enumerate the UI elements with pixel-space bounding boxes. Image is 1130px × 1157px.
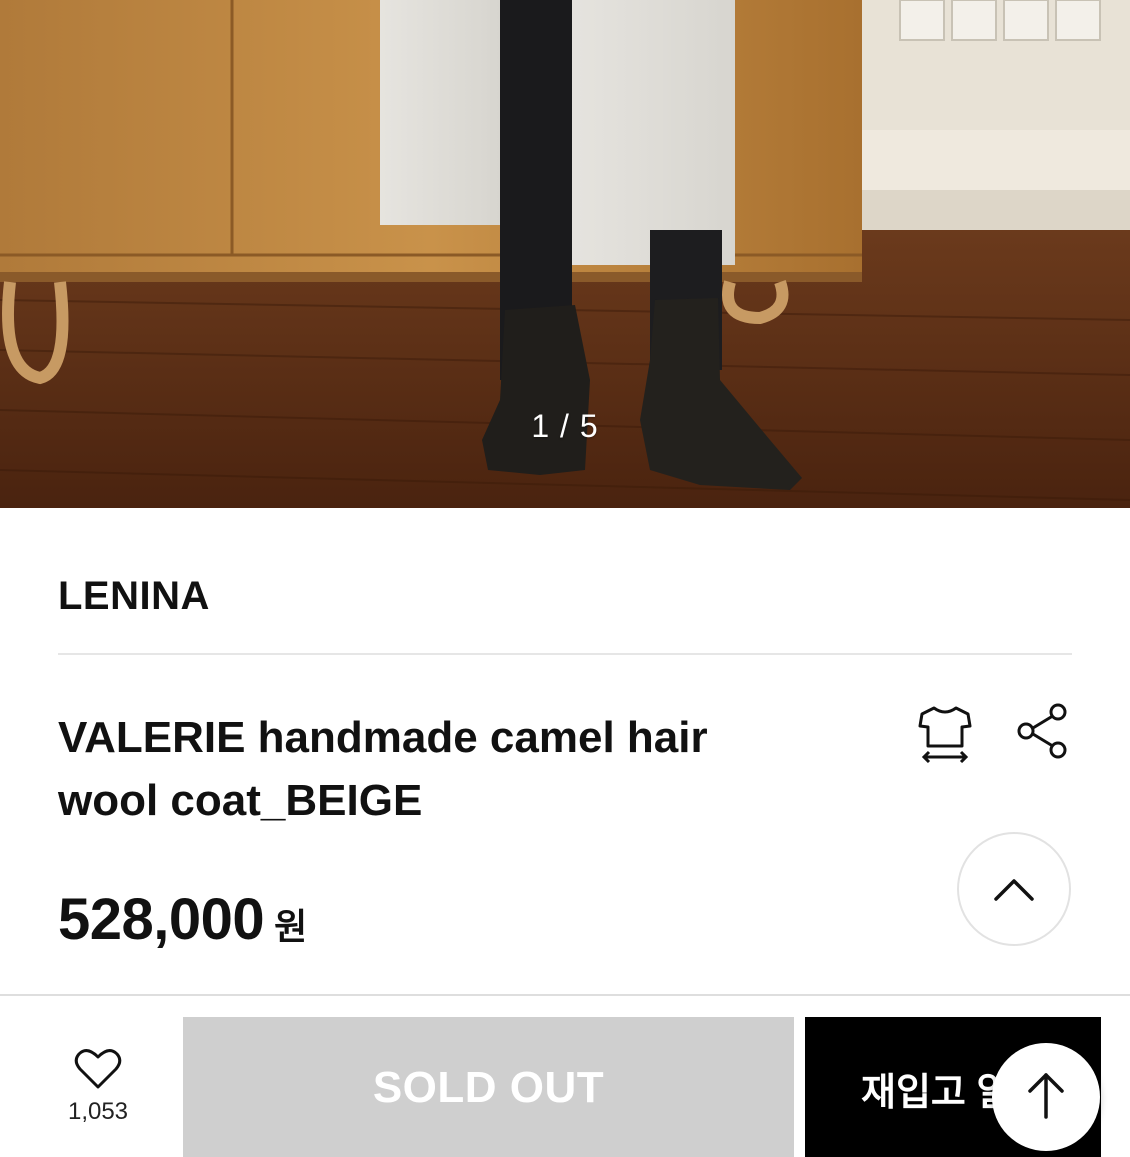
price-value: 528,000 [58, 887, 265, 952]
heart-icon [74, 1049, 122, 1089]
wishlist-button[interactable]: 1,053 [58, 1046, 138, 1130]
divider [58, 653, 1072, 655]
share-icon [1017, 703, 1067, 759]
size-guide-button[interactable] [914, 702, 976, 764]
sold-out-button[interactable]: SOLD OUT [183, 1017, 794, 1157]
image-counter: 1 / 5 [531, 408, 599, 444]
price: 528,000 원 [58, 886, 307, 953]
chevron-up-icon [994, 879, 1034, 901]
brand-name[interactable]: LENINA [58, 574, 210, 619]
wishlist-count: 1,053 [67, 1098, 129, 1125]
arrow-up-icon [1028, 1073, 1064, 1119]
scroll-top-button[interactable] [957, 832, 1071, 946]
product-title-line1: VALERIE handmade camel hair [58, 713, 708, 762]
product-title: VALERIE handmade camel hair wool coat_BE… [58, 706, 838, 832]
share-button[interactable] [1014, 702, 1070, 760]
floating-scroll-top-button[interactable] [992, 1043, 1100, 1151]
product-title-line2: wool coat_BEIGE [58, 776, 423, 825]
tshirt-size-icon [918, 706, 972, 764]
price-currency: 원 [274, 906, 308, 947]
product-image-gallery[interactable]: 1 / 5 [0, 0, 1130, 508]
